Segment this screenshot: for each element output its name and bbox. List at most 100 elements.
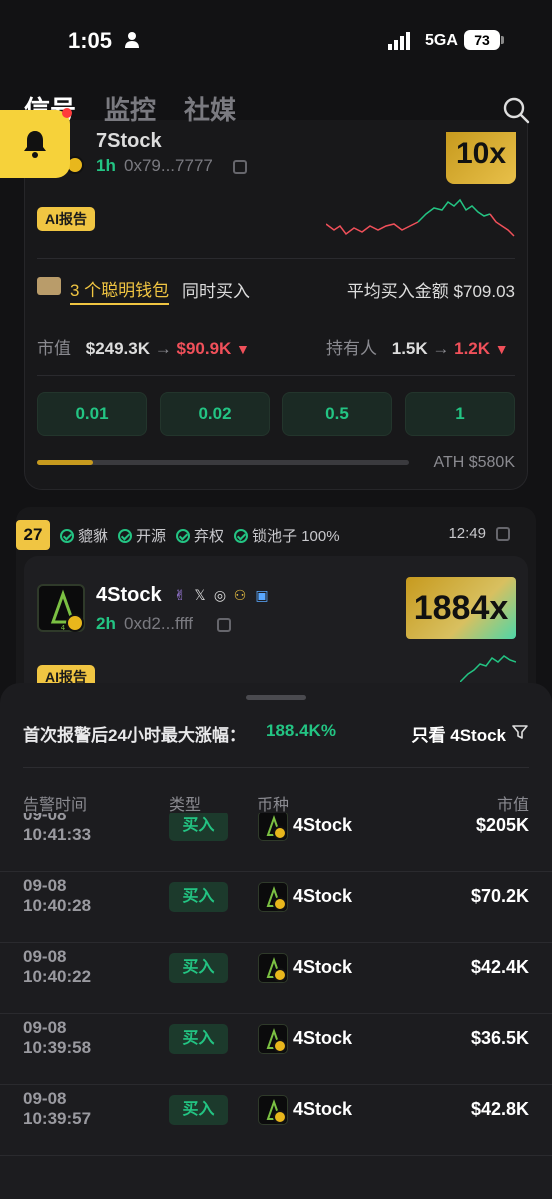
chain-icon [273, 968, 287, 982]
market-cap-row: 市值 $249.3K → $90.9K ▼ [37, 334, 250, 359]
price-sparkline [326, 198, 515, 237]
alert-table: 09-08 10:41:33 买入 4Stock $205K 09-08 10:… [0, 813, 552, 1199]
multiplier-badge: 1884x [406, 577, 516, 639]
market-cap: $205K [475, 815, 529, 835]
header-type: 类型 [169, 797, 202, 814]
clock: 1:05 [68, 28, 113, 53]
holders-row: 持有人 1.5K → 1.2K ▼ [326, 334, 509, 359]
person-icon [125, 32, 139, 48]
status-bar: 1:05 5GA 73 [0, 0, 552, 80]
security-tag: 弃权 [176, 525, 224, 546]
alert-date: 09-08 [23, 1089, 67, 1108]
max-gain-value: 188.4K% [266, 721, 336, 740]
header-time: 告警时间 [23, 797, 88, 814]
chain-icon [273, 897, 287, 911]
ath-progress-bar [37, 460, 409, 465]
filter-icon[interactable] [512, 724, 528, 740]
type-badge: 买入 [169, 813, 228, 841]
battery-cap [501, 36, 504, 44]
check-icon [60, 528, 74, 543]
wallet-icon [37, 277, 61, 295]
card-divider [37, 258, 515, 259]
alert-time: 10:39:58 [23, 1038, 92, 1057]
tab-social[interactable]: 社媒 [184, 90, 236, 130]
table-row[interactable]: 09-08 10:41:33 买入 4Stock $205K [0, 813, 552, 872]
type-badge: 买入 [169, 882, 228, 912]
community-icon[interactable]: ✌ [172, 587, 188, 603]
tab-monitor[interactable]: 监控 [104, 90, 156, 130]
copy-icon[interactable] [217, 618, 231, 632]
ai-report-button[interactable]: AI报告 [37, 207, 95, 231]
table-row[interactable]: 09-08 10:40:22 买入 4Stock $42.4K [0, 943, 552, 1014]
bell-icon [24, 131, 46, 158]
sheet-grabber[interactable] [246, 695, 306, 700]
market-cap: $42.8K [470, 1099, 529, 1119]
people-icon[interactable]: ⚇ [232, 587, 248, 603]
market-cap: $36.5K [470, 1028, 529, 1048]
token-age: 1h [96, 156, 116, 175]
avg-buy-amount: 平均买入金额 $709.03 [346, 282, 515, 301]
down-arrow-icon: ▼ [494, 341, 509, 357]
copy-icon[interactable] [233, 160, 247, 174]
table-row[interactable]: 09-08 10:39:57 买入 4Stock $42.8K [0, 1085, 552, 1156]
buy-amount-button[interactable]: 1 [405, 392, 515, 436]
alert-history-sheet: 首次报警后24小时最大涨幅： 188.4K% 只看 4Stock 告警时间 类型… [0, 683, 552, 1199]
arrow-icon: → [432, 339, 450, 358]
security-tag: 开源 [118, 525, 166, 546]
sheet-divider [23, 767, 529, 768]
signal-time: 12:49 [448, 525, 486, 542]
rank-badge: 27 [16, 520, 50, 550]
coin-name: 4Stock [293, 886, 353, 906]
holders-label: 持有人 [326, 339, 377, 358]
coin-name: 4Stock [293, 957, 353, 977]
chat-icon[interactable]: ▣ [254, 587, 270, 603]
notification-button[interactable] [0, 110, 70, 178]
ath-label: ATH $580K [433, 454, 515, 471]
notification-dot [62, 108, 72, 118]
check-icon [234, 528, 249, 543]
table-row[interactable]: 09-08 10:39:58 买入 4Stock $36.5K [0, 1014, 552, 1085]
token-name: 4Stock [96, 584, 162, 606]
token-address: 0x79...7777 [124, 156, 213, 175]
chain-icon [273, 1110, 287, 1124]
filter-token-label[interactable]: 只看 4Stock [412, 721, 506, 746]
token-name: 7Stock [96, 130, 162, 152]
buy-amount-button[interactable]: 0.02 [160, 392, 270, 436]
coin-name: 4Stock [293, 815, 353, 835]
alert-date: 09-08 [23, 1018, 67, 1037]
alert-date: 09-08 [23, 813, 67, 824]
alert-time: 10:40:22 [23, 967, 92, 986]
down-arrow-icon: ▼ [236, 341, 250, 357]
search-icon[interactable] [502, 96, 530, 124]
battery-icon: 73 [464, 30, 500, 50]
security-tag: 锁池子 100% [234, 525, 340, 546]
market-cap: $42.4K [470, 957, 529, 977]
max-gain-label: 首次报警后24小时最大涨幅： [23, 726, 246, 745]
coin-name: 4Stock [293, 1099, 353, 1119]
buy-amount-button[interactable]: 0.01 [37, 392, 147, 436]
smart-wallets-link[interactable]: 3 个聪明钱包 [70, 276, 170, 305]
token-age: 2h [96, 614, 116, 633]
security-tags: 貔貅 开源 弃权 锁池子 100% [60, 525, 340, 546]
arrow-icon: → [154, 339, 172, 358]
website-icon[interactable]: ◎ [212, 587, 228, 603]
table-row[interactable]: 09-08 10:40:28 买入 4Stock $70.2K [0, 872, 552, 943]
holders-to: 1.2K [454, 339, 491, 358]
coin-name: 4Stock [293, 1028, 353, 1048]
buy-amount-button[interactable]: 0.5 [282, 392, 392, 436]
chain-icon [66, 614, 84, 632]
price-sparkline [460, 655, 516, 682]
x-icon[interactable]: 𝕏 [192, 587, 208, 603]
type-badge: 买入 [169, 1024, 228, 1054]
alert-date: 09-08 [23, 947, 67, 966]
type-badge: 买入 [169, 1095, 228, 1125]
card-divider [37, 375, 515, 376]
alert-date: 09-08 [23, 876, 67, 895]
check-icon [176, 528, 191, 543]
market-cap-label: 市值 [37, 339, 71, 358]
security-tag: 貔貅 [60, 525, 108, 546]
token-address: 0xd2...ffff [124, 614, 194, 633]
type-badge: 买入 [169, 953, 228, 983]
ath-progress-fill [37, 460, 93, 465]
share-icon[interactable] [496, 527, 510, 541]
